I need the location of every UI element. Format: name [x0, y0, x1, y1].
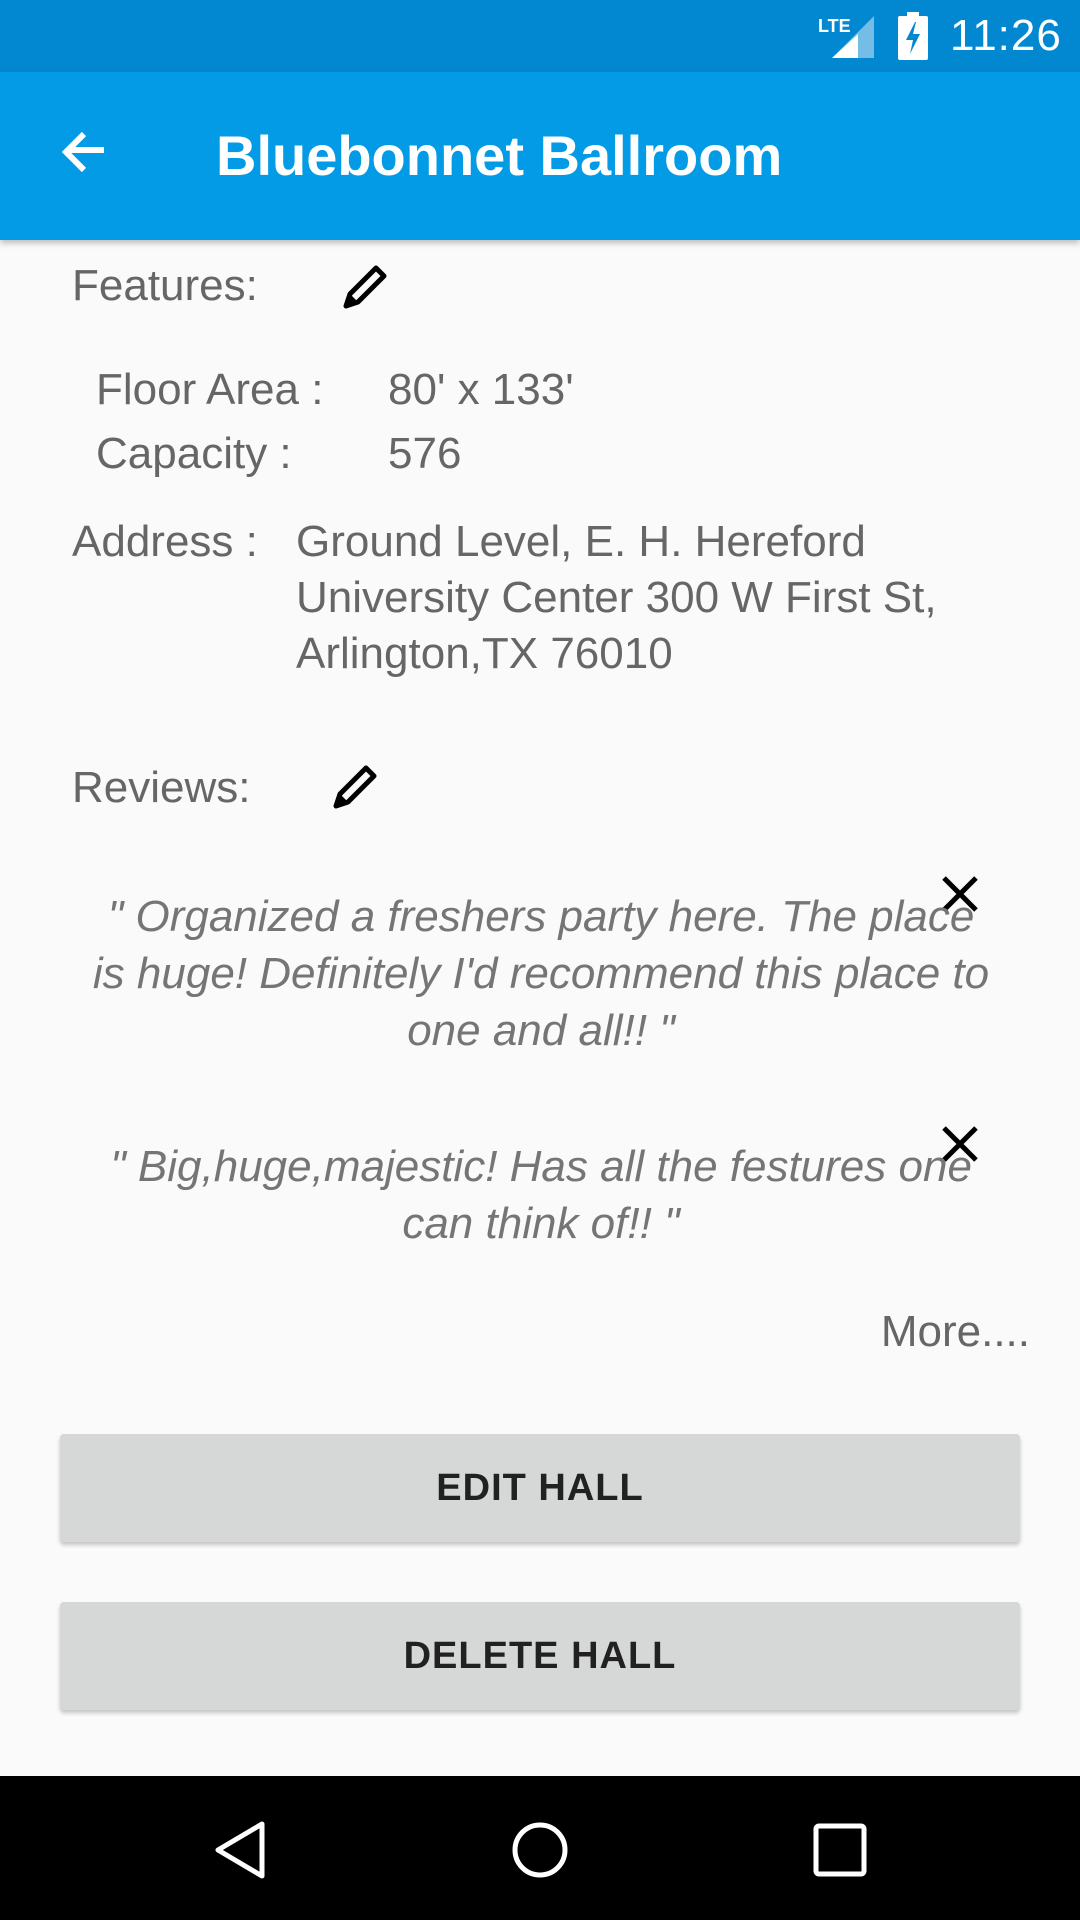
address-line: Ground Level, E. H. Hereford: [296, 517, 866, 566]
reviews-heading: Reviews:: [72, 763, 251, 812]
review-line: one and all!! ": [407, 1006, 675, 1055]
status-bar: LTE 11:26: [0, 0, 1080, 72]
capacity-label: Capacity :: [96, 429, 292, 478]
battery-charging-icon: [898, 12, 928, 60]
review-item: " Organized a freshers party here. The p…: [56, 888, 1026, 1059]
address-line: Arlington,TX 76010: [296, 629, 673, 678]
nav-back-icon[interactable]: [212, 1820, 268, 1880]
arrow-back-icon[interactable]: [56, 124, 112, 180]
review-item: " Big,huge,majestic! Has all the festure…: [56, 1138, 1026, 1252]
nav-home-icon[interactable]: [510, 1820, 570, 1880]
edit-reviews-pencil-icon[interactable]: [330, 760, 382, 812]
app-bar: Bluebonnet Ballroom: [0, 72, 1080, 240]
review-line: is huge! Definitely I'd recommend this p…: [92, 949, 990, 998]
page-title: Bluebonnet Ballroom: [216, 124, 783, 187]
review-line: " Big,huge,majestic! Has all the festure…: [110, 1142, 972, 1191]
floor-area-value: 80' x 133': [388, 365, 574, 414]
navigation-bar: [0, 1776, 1080, 1920]
hall-details: Features: Floor Area : 80' x 133' Capaci…: [0, 240, 1080, 1776]
address-line: University Center 300 W First St,: [296, 573, 937, 622]
clock: 11:26: [950, 11, 1062, 60]
address-label: Address :: [72, 517, 258, 566]
review-line: " Organized a freshers party here. The p…: [107, 892, 975, 941]
network-type-label: LTE: [818, 16, 851, 36]
nav-recents-icon[interactable]: [812, 1822, 868, 1878]
address-value: Ground Level, E. H. Hereford University …: [296, 514, 937, 682]
lte-signal-icon: LTE: [818, 16, 874, 58]
review-line: can think of!! ": [402, 1199, 680, 1248]
features-heading: Features:: [72, 261, 258, 310]
more-reviews-link[interactable]: More....: [881, 1306, 1030, 1358]
capacity-value: 576: [388, 429, 462, 478]
edit-hall-button[interactable]: EDIT HALL: [60, 1434, 1020, 1542]
delete-hall-button[interactable]: DELETE HALL: [60, 1602, 1020, 1710]
edit-features-pencil-icon[interactable]: [340, 260, 392, 312]
floor-area-label: Floor Area :: [96, 365, 324, 414]
